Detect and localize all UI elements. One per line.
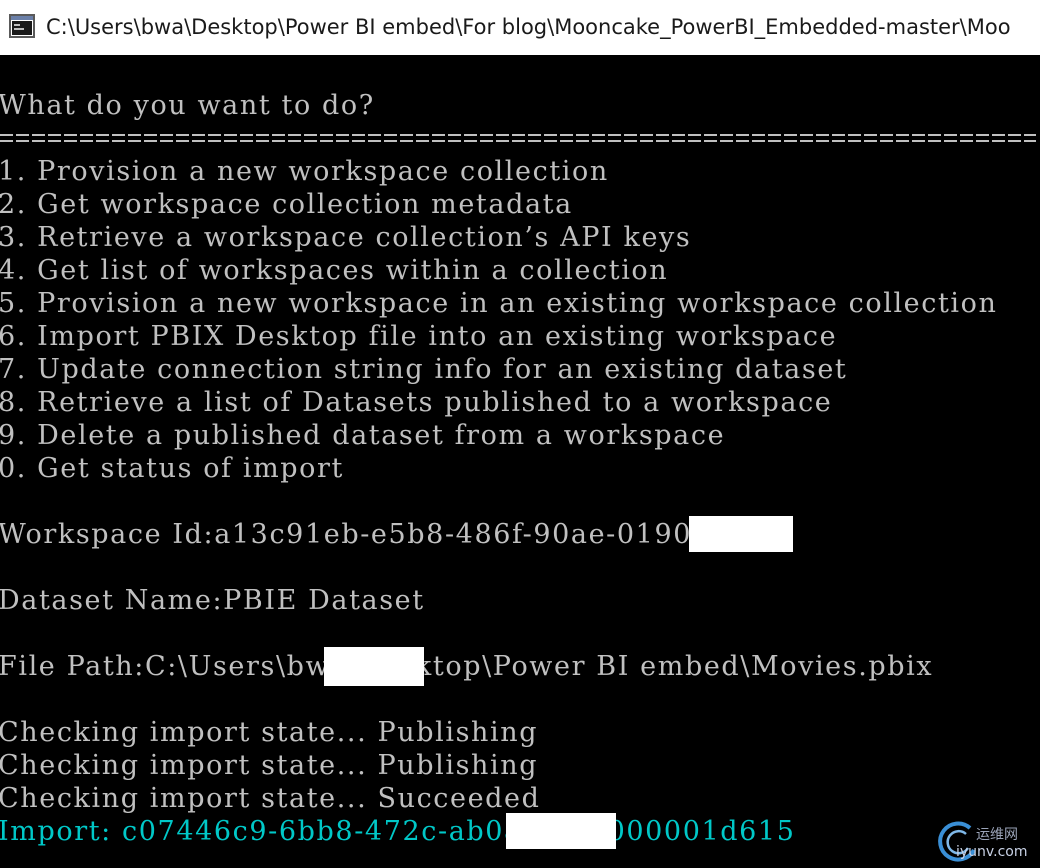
menu-item-4: 4. Get list of workspaces within a colle… xyxy=(0,255,669,286)
menu-item-7: 7. Update connection string info for an … xyxy=(0,354,848,385)
separator-line xyxy=(0,132,1036,146)
import-status-line-3: Checking import state... Succeeded xyxy=(0,783,541,814)
menu-item-0: 0. Get status of import xyxy=(0,453,344,484)
import-status-line-2: Checking import state... Publishing xyxy=(0,750,539,781)
menu-item-2: 2. Get workspace collection metadata xyxy=(0,189,573,220)
file-path-line: File Path:C:\Users\bwa\Desktop\Power BI … xyxy=(0,651,934,682)
import-id-line: Import: c07446c9-6bb8-472c-ab0a-00000000… xyxy=(0,816,796,847)
watermark-cn-text: 运维网 xyxy=(976,827,1018,843)
import-status-line-1: Checking import state... Publishing xyxy=(0,717,539,748)
menu-item-3: 3. Retrieve a workspace collection’s API… xyxy=(0,222,692,253)
watermark-en-text: iyunv.com xyxy=(956,844,1028,860)
console-output[interactable]: What do you want to do? 1. Provision a n… xyxy=(0,55,1040,868)
redaction-box-filepath xyxy=(324,647,424,686)
menu-item-9: 9. Delete a published dataset from a wor… xyxy=(0,420,726,451)
window-title: C:\Users\bwa\Desktop\Power BI embed\For … xyxy=(46,15,1011,39)
dataset-name-line: Dataset Name:PBIE Dataset xyxy=(0,585,425,616)
redaction-box-workspace xyxy=(689,516,793,552)
console-app-icon xyxy=(9,14,35,38)
menu-item-6: 6. Import PBIX Desktop file into an exis… xyxy=(0,321,838,352)
redaction-box-import xyxy=(506,813,616,849)
window-title-bar[interactable]: C:\Users\bwa\Desktop\Power BI embed\For … xyxy=(0,0,1040,55)
menu-item-5: 5. Provision a new workspace in an exist… xyxy=(0,288,998,319)
site-watermark: 运维网 iyunv.com xyxy=(934,818,1040,866)
menu-item-8: 8. Retrieve a list of Datasets published… xyxy=(0,387,833,418)
menu-item-1: 1. Provision a new workspace collection xyxy=(0,156,609,187)
menu-prompt: What do you want to do? xyxy=(0,90,375,121)
workspace-id-line: Workspace Id:a13c91eb-e5b8-486f-90ae-019… xyxy=(0,519,749,550)
